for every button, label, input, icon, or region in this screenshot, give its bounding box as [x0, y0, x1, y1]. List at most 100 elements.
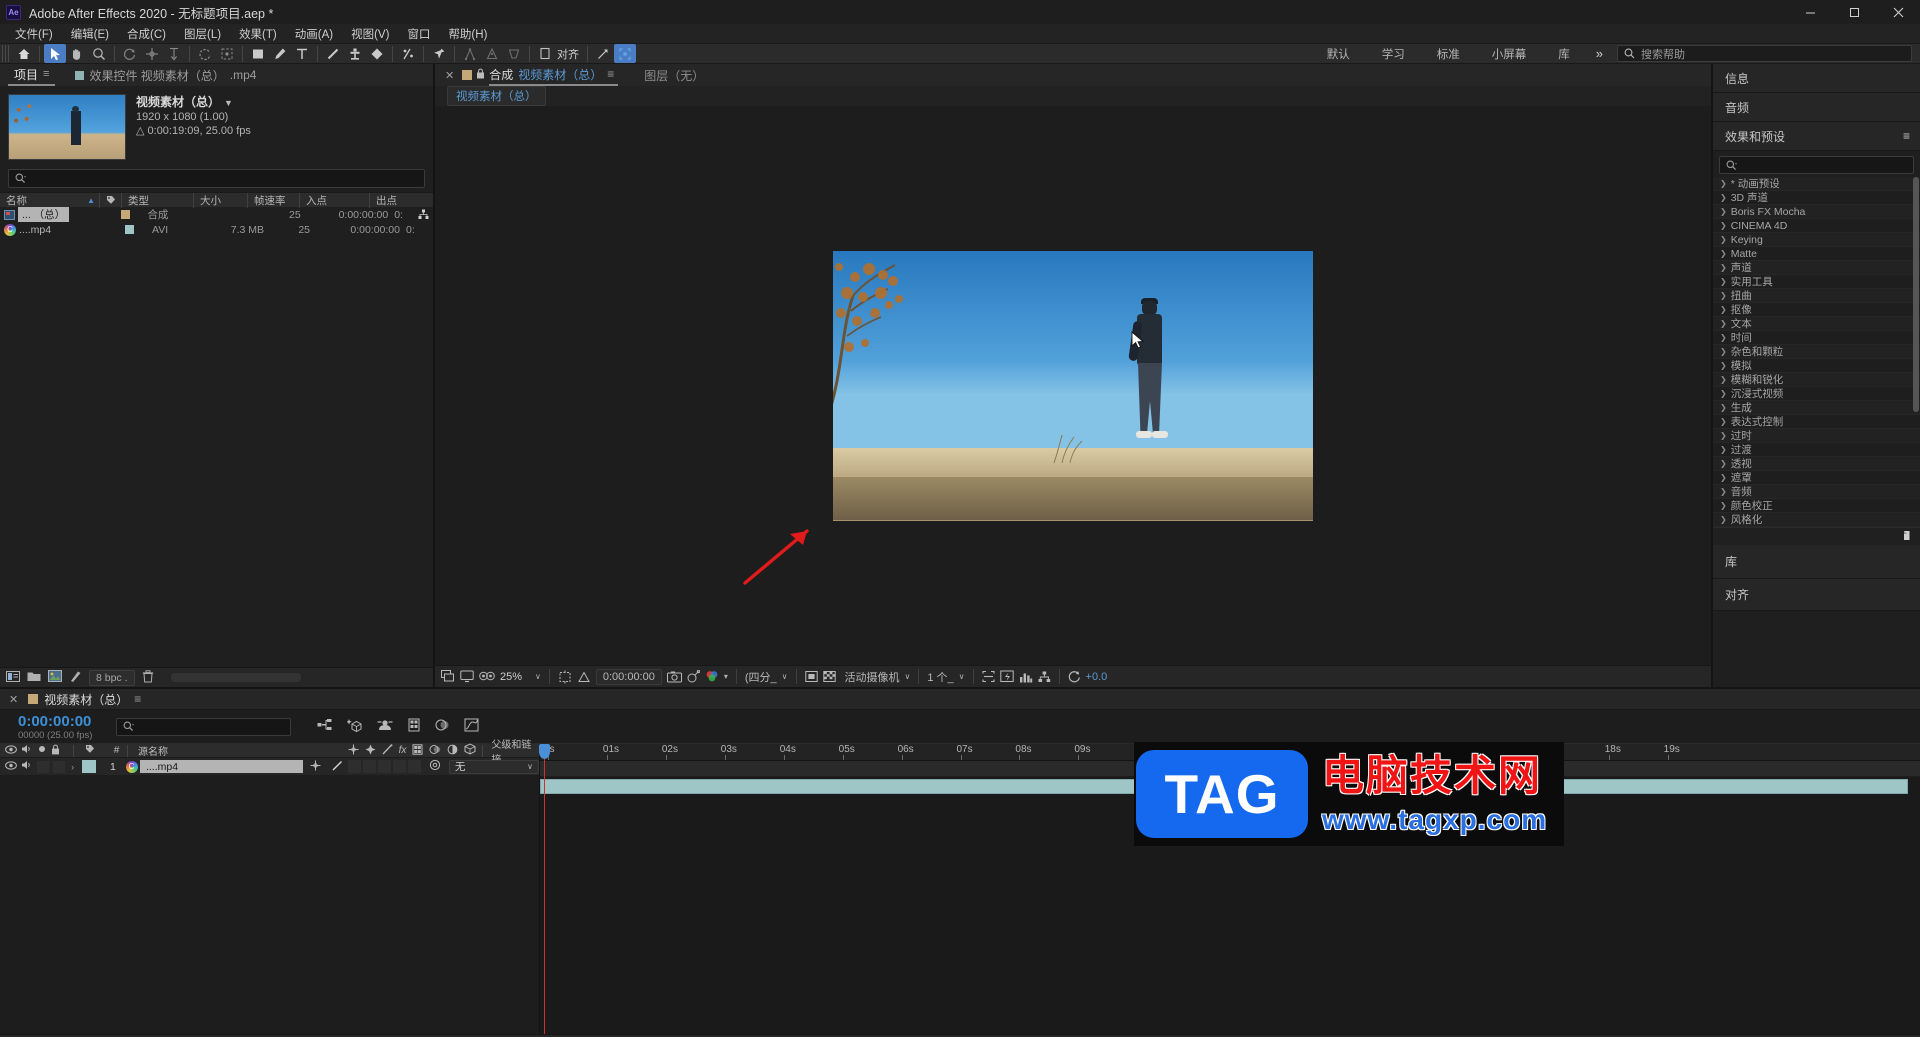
label-tag-icon[interactable]: [85, 744, 95, 757]
menu-view[interactable]: 视图(V): [342, 25, 398, 43]
reset-exposure-icon[interactable]: [1068, 670, 1081, 683]
minimize-button[interactable]: [1788, 0, 1832, 24]
current-time-display[interactable]: 0:00:00:00: [595, 668, 662, 685]
rotation-tool-icon[interactable]: [119, 44, 141, 63]
timeline-current-time[interactable]: 0:00:00:00 00000 (25.00 fps): [0, 713, 110, 741]
lock-icon[interactable]: [476, 68, 485, 82]
clone-stamp-tool-icon[interactable]: [344, 44, 366, 63]
shape-transform-icon[interactable]: [503, 44, 525, 63]
effects-category-item[interactable]: ❯ CINEMA 4D: [1713, 219, 1920, 233]
toolbar-grip[interactable]: [2, 45, 10, 62]
workspace-library[interactable]: 库: [1542, 43, 1586, 64]
switch-quality-icon[interactable]: [382, 743, 393, 758]
effects-category-item[interactable]: ❯ 生成: [1713, 401, 1920, 415]
effects-category-item[interactable]: ❯ 抠像: [1713, 303, 1920, 317]
pan-behind-tool-icon[interactable]: [141, 44, 163, 63]
lock-icon[interactable]: [51, 744, 60, 758]
tab-effect-controls[interactable]: 效果控件 视频素材（总） .mp4: [69, 64, 262, 86]
transform-box-icon[interactable]: [614, 44, 636, 63]
column-in-point[interactable]: 入点: [300, 192, 370, 208]
camera-value[interactable]: 活动摄像机: [845, 669, 900, 685]
show-snapshot-icon[interactable]: [687, 670, 700, 683]
refine-edge-tool-icon[interactable]: [216, 44, 238, 63]
menu-effect[interactable]: 效果(T): [230, 25, 286, 43]
pin-tool-icon[interactable]: [428, 44, 450, 63]
zoom-level-value[interactable]: 25%: [500, 671, 530, 683]
maximize-button[interactable]: [1832, 0, 1876, 24]
snap-checkbox-icon[interactable]: [534, 44, 556, 63]
timeline-panel-menu-icon[interactable]: ≡: [134, 692, 141, 706]
puppet-pin-tool-icon[interactable]: [397, 44, 419, 63]
hand-tool-icon[interactable]: [66, 44, 88, 63]
column-framerate[interactable]: 帧速率: [248, 192, 300, 208]
lock-toggle[interactable]: [53, 760, 65, 773]
column-label[interactable]: [100, 192, 122, 208]
new-composition-icon[interactable]: [6, 670, 20, 686]
views-dropdown-icon[interactable]: ∨: [959, 672, 965, 681]
delete-icon[interactable]: [142, 669, 154, 686]
layer-label-swatch[interactable]: [82, 760, 97, 773]
anchor-point-tool-icon[interactable]: [163, 44, 185, 63]
channel-dropdown-icon[interactable]: ▾: [724, 672, 728, 681]
switch-3d-layer-icon[interactable]: [464, 743, 476, 758]
adjustment-switch-icon[interactable]: [429, 759, 441, 774]
libraries-panel-header[interactable]: 库: [1713, 545, 1920, 579]
switch-cell[interactable]: [392, 760, 406, 773]
column-out-point[interactable]: 出点: [370, 193, 430, 208]
pan-behind-switch-icon[interactable]: [310, 760, 321, 774]
pixel-aspect-correction-icon[interactable]: [981, 670, 995, 683]
column-size[interactable]: 大小: [194, 192, 248, 208]
effects-category-item[interactable]: ❯ 时间: [1713, 331, 1920, 345]
title-action-safe-icon[interactable]: [558, 670, 572, 684]
new-folder-icon[interactable]: [27, 670, 41, 685]
effects-category-item[interactable]: ❯ 过时: [1713, 429, 1920, 443]
menu-window[interactable]: 窗口: [398, 25, 439, 43]
column-type[interactable]: 类型: [122, 192, 194, 208]
snap-label[interactable]: 对齐: [557, 46, 579, 62]
eye-icon[interactable]: [5, 744, 17, 757]
effects-category-item[interactable]: ❯ 风格化: [1713, 513, 1920, 527]
smart-mask-icon[interactable]: [481, 44, 503, 63]
resolution-dropdown-icon[interactable]: ∨: [782, 672, 788, 681]
audio-panel-header[interactable]: 音频: [1713, 93, 1920, 122]
solo-toggle[interactable]: [37, 760, 49, 773]
transparency-grid-icon[interactable]: [822, 670, 836, 683]
switch-motion-blur-icon[interactable]: [429, 744, 441, 758]
effects-category-item[interactable]: ❯ 模拟: [1713, 359, 1920, 373]
timeline-graph-icon[interactable]: [1019, 671, 1033, 683]
effects-category-item[interactable]: ❯ 沉浸式视频: [1713, 387, 1920, 401]
effects-category-item[interactable]: ❯ 颜色校正: [1713, 499, 1920, 513]
comp-flowchart-icon[interactable]: [1038, 671, 1051, 683]
eraser-tool-icon[interactable]: [366, 44, 388, 63]
speaker-icon[interactable]: [21, 744, 33, 757]
breadcrumb[interactable]: 视频素材（总）: [447, 86, 546, 106]
effects-category-item[interactable]: ❯ Matte: [1713, 247, 1920, 261]
column-source-name[interactable]: 源名称: [128, 743, 348, 758]
channel-rgb-icon[interactable]: [705, 670, 719, 683]
project-search-input[interactable]: [8, 169, 425, 188]
playhead-handle[interactable]: [539, 744, 550, 759]
zoom-tool-icon[interactable]: [88, 44, 110, 63]
composition-mini-flowchart-icon[interactable]: [317, 718, 333, 735]
project-scroll-bar[interactable]: [170, 673, 301, 682]
workspace-learn[interactable]: 学习: [1366, 43, 1421, 64]
effects-category-item[interactable]: ❯ 3D 声道: [1713, 191, 1920, 205]
align-panel-header[interactable]: 对齐: [1713, 579, 1920, 611]
menu-help[interactable]: 帮助(H): [439, 25, 496, 43]
resolution-value[interactable]: (四分_: [745, 669, 777, 685]
solo-icon[interactable]: [37, 744, 47, 757]
tab-composition[interactable]: 合成 视频素材（总） ≡: [489, 64, 619, 86]
close-button[interactable]: [1876, 0, 1920, 24]
quality-switch-icon[interactable]: [332, 760, 343, 774]
panel-menu-icon[interactable]: ≡: [43, 68, 49, 80]
roto-brush-tool-icon[interactable]: [194, 44, 216, 63]
fast-preview-icon[interactable]: [999, 670, 1014, 683]
close-timeline-tab-icon[interactable]: ✕: [9, 693, 18, 706]
table-row[interactable]: ... （总） 合成 25 0:00:00:00 0:: [0, 207, 433, 222]
graph-editor-icon[interactable]: [464, 718, 479, 735]
workspace-default[interactable]: 默认: [1311, 43, 1366, 64]
info-panel-header[interactable]: 信息: [1713, 64, 1920, 93]
effects-category-item[interactable]: ❯ * 动画预设: [1713, 177, 1920, 191]
switch-cell[interactable]: [377, 760, 391, 773]
menu-animation[interactable]: 动画(A): [286, 25, 342, 43]
